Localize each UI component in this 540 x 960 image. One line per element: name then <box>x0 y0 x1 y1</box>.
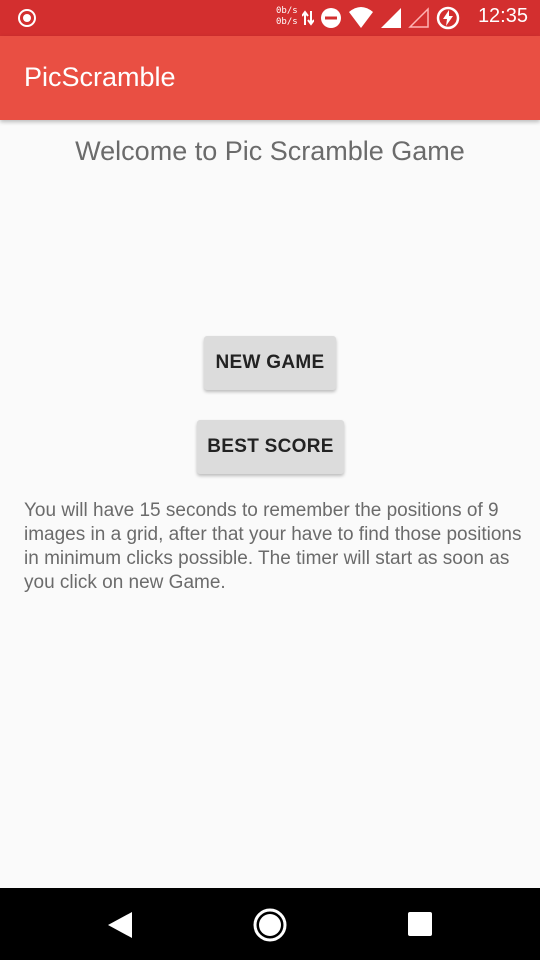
best-score-button[interactable]: BEST SCORE <box>197 420 344 474</box>
net-up-speed: 0b/s <box>276 6 298 16</box>
back-icon[interactable] <box>106 910 134 940</box>
instructions-text: You will have 15 seconds to remember the… <box>24 500 522 593</box>
do-not-disturb-icon <box>321 8 341 28</box>
app-title: PicScramble <box>24 62 176 92</box>
record-icon <box>18 9 36 27</box>
app-bar: PicScramble <box>0 36 540 120</box>
new-game-button[interactable]: NEW GAME <box>204 336 336 390</box>
status-icons <box>302 6 460 30</box>
signal-icon <box>381 8 401 28</box>
wifi-icon <box>349 7 373 28</box>
welcome-heading: Welcome to Pic Scramble Game <box>75 136 465 166</box>
navigation-bar <box>0 888 540 960</box>
recents-icon[interactable] <box>408 912 432 936</box>
status-time: 12:35 <box>477 5 528 27</box>
net-down-speed: 0b/s <box>276 17 298 27</box>
status-bar: 0b/s 0b/s 12:35 <box>0 0 540 36</box>
home-icon[interactable] <box>253 908 287 942</box>
signal-empty-icon <box>408 7 429 28</box>
network-speed: 0b/s 0b/s <box>276 6 298 28</box>
data-arrows-icon <box>302 10 314 26</box>
battery-charging-icon <box>436 6 460 30</box>
